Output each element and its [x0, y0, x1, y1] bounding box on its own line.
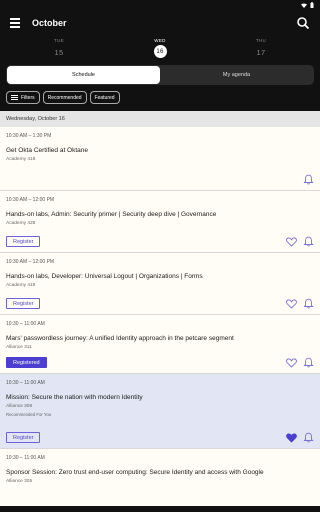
heart-icon[interactable] — [286, 298, 297, 309]
session-title: Hands-on labs, Developer: Universal Logo… — [6, 273, 203, 280]
session-time: 10:30 AM – 1:30 PM — [6, 133, 52, 139]
featured-chip[interactable]: Featured — [89, 91, 120, 104]
tab-my-agenda[interactable]: My agenda — [160, 66, 313, 84]
session-card[interactable]: 10:30 – 11:00 AM Mission: Secure the nat… — [0, 374, 320, 449]
session-card[interactable]: 10:30 – 11:00 AM Mars' passwordless jour… — [0, 315, 320, 374]
session-title: Hands-on labs, Admin: Security primer | … — [6, 211, 217, 218]
status-icons — [301, 2, 314, 8]
tab-schedule[interactable]: Schedule — [7, 66, 160, 84]
register-button[interactable]: Register — [6, 298, 41, 309]
session-time: 10:30 – 11:00 AM — [6, 380, 45, 386]
session-time: 10:30 – 11:00 AM — [6, 321, 45, 327]
register-button[interactable]: Register — [6, 432, 41, 443]
heart-filled-icon[interactable] — [286, 432, 297, 443]
session-card[interactable]: 10:30 AM – 1:30 PM Get Okta Certified at… — [0, 127, 320, 191]
date-thu[interactable]: THU 17 — [211, 36, 312, 62]
bell-icon[interactable] — [303, 236, 314, 247]
app-bar: October — [0, 10, 320, 36]
page-title: October — [32, 18, 67, 28]
date-tue[interactable]: TUE 15 — [9, 36, 110, 62]
heart-icon[interactable] — [286, 357, 297, 368]
date-num: 15 — [54, 47, 64, 57]
registered-button[interactable]: Registered — [6, 357, 47, 368]
recommended-chip[interactable]: Recommended — [42, 91, 87, 104]
status-bar — [0, 0, 320, 10]
date-dow: TUE — [54, 38, 64, 43]
session-title: Get Okta Certified at Oktane — [6, 147, 89, 154]
session-room: Academy 418 — [6, 157, 36, 162]
date-strip: TUE 15 WED 16 THU 17 — [0, 36, 320, 62]
session-card[interactable]: 10:30 AM – 12:00 PM Hands-on labs, Devel… — [0, 253, 320, 315]
battery-icon — [310, 2, 314, 8]
session-time: 10:30 AM – 12:00 PM — [6, 197, 55, 203]
bell-icon[interactable] — [303, 174, 314, 185]
session-room: Alliance 305 — [6, 479, 33, 484]
bell-icon[interactable] — [303, 357, 314, 368]
session-list: Wednesday, October 16 10:30 AM – 1:30 PM… — [0, 111, 320, 512]
day-header: Wednesday, October 16 — [0, 111, 320, 127]
session-card[interactable]: 10:30 AM – 12:00 PM Hands-on labs, Admin… — [0, 191, 320, 253]
session-title: Sponsor Session: Zero trust end-user com… — [6, 469, 264, 476]
filter-chips: Filters Recommended Featured — [0, 85, 320, 111]
date-num: 16 — [153, 45, 167, 58]
wifi-icon — [301, 3, 307, 8]
session-room: Academy 428 — [6, 221, 36, 226]
recommended-tag: Recommended For You — [6, 412, 52, 417]
heart-icon[interactable] — [286, 236, 297, 247]
filters-chip[interactable]: Filters — [6, 91, 40, 104]
filter-icon — [11, 95, 18, 100]
session-room: Alliance 308 — [6, 404, 33, 409]
search-icon[interactable] — [296, 16, 310, 30]
filters-label: Filters — [21, 94, 35, 101]
session-room: Academy 418 — [6, 283, 36, 288]
view-toggle: Schedule My agenda — [6, 65, 314, 85]
session-time: 10:30 AM – 12:00 PM — [6, 259, 55, 265]
session-time: 10:30 – 11:00 AM — [6, 455, 45, 461]
date-dow: WED — [154, 38, 166, 43]
date-num: 17 — [256, 47, 266, 57]
system-nav-bar — [0, 506, 320, 512]
session-title: Mars' passwordless journey: A unified Id… — [6, 335, 234, 342]
menu-icon[interactable] — [10, 17, 22, 29]
session-room: Alliance 311 — [6, 345, 32, 350]
bell-icon[interactable] — [303, 298, 314, 309]
register-button[interactable]: Register — [6, 236, 41, 247]
session-title: Mission: Secure the nation with modern I… — [6, 394, 143, 401]
date-wed[interactable]: WED 16 — [110, 36, 211, 62]
date-dow: THU — [255, 38, 267, 43]
session-card[interactable]: 10:30 – 11:00 AM Sponsor Session: Zero t… — [0, 449, 320, 509]
bell-icon[interactable] — [303, 432, 314, 443]
